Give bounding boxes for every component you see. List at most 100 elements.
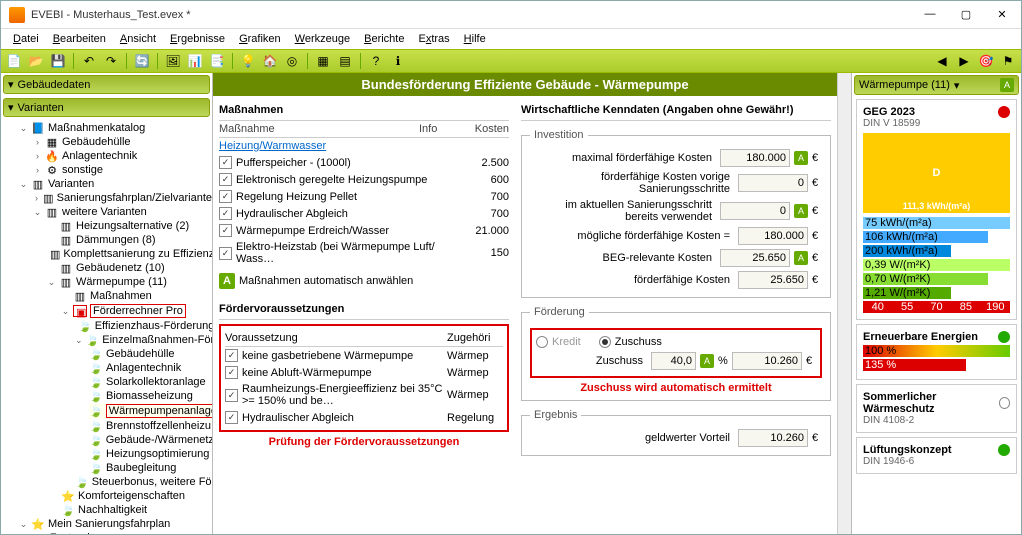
menu-ergebnisse[interactable]: Ergebnisse	[164, 31, 231, 47]
kv-input[interactable]	[720, 149, 790, 167]
tree-leaf[interactable]: 🍃Solarkollektoranlage	[89, 375, 212, 389]
auto-select-button[interactable]: A Maßnahmen automatisch anwählen	[219, 273, 509, 289]
a-badge-icon: A	[794, 204, 808, 218]
tb-new-icon[interactable]: 📄	[5, 52, 23, 70]
menu-extras[interactable]: Extras	[412, 31, 455, 47]
tree-varianten[interactable]: ⌄▥Varianten	[19, 177, 212, 191]
menu-bearbeiten[interactable]: Bearbeiten	[47, 31, 112, 47]
tb-flag-icon[interactable]: ⚑	[999, 52, 1017, 70]
mass-row[interactable]: ✓Pufferspeicher - (1000l)2.500	[219, 154, 509, 171]
tree-massnahmenkatalog[interactable]: ⌄📘Maßnahmenkatalog	[19, 121, 212, 135]
tree-cat-sonstige[interactable]: ›⚙sonstige	[33, 163, 212, 177]
tree-item[interactable]: ▥Zustand	[33, 531, 212, 534]
panel-varianten[interactable]: ▾Varianten	[3, 98, 210, 117]
tb-info-icon[interactable]: ℹ	[389, 52, 407, 70]
tb-back-icon[interactable]: ◀	[933, 52, 951, 70]
tree-item[interactable]: ▥Gebäudenetz (10)	[47, 261, 212, 275]
tb-target-icon[interactable]: 🎯	[977, 52, 995, 70]
minimize-button[interactable]: —	[919, 8, 941, 21]
checkbox-icon[interactable]: ✓	[219, 247, 232, 260]
heizung-link[interactable]: Heizung/Warmwasser	[219, 140, 326, 152]
tree-leaf[interactable]: 🍃Biomasseheizung	[89, 389, 212, 403]
tree-wp-foerderrechner[interactable]: ⌄▣Förderrechner Pro	[61, 303, 212, 319]
tb-save-icon[interactable]: 💾	[49, 52, 67, 70]
kv-input[interactable]	[720, 202, 790, 220]
mass-row[interactable]: ✓Elektronisch geregelte Heizungspumpe600	[219, 171, 509, 188]
tree-cat-gebaeudehuelle[interactable]: ›▦Gebäudehülle	[33, 135, 212, 149]
mass-row[interactable]: ✓Wärmepumpe Erdreich/Wasser21.000	[219, 222, 509, 239]
tree-var-sanierung[interactable]: ›▥Sanierungsfahrplan/Zielvariante	[33, 191, 212, 205]
menu-hilfe[interactable]: Hilfe	[458, 31, 492, 47]
checkbox-icon[interactable]: ✓	[219, 190, 232, 203]
tb-help-icon[interactable]: ?	[367, 52, 385, 70]
radio-kredit[interactable]: Kredit	[536, 336, 581, 348]
tree-item[interactable]: ▥Komplettsanierung zu Effizienzha…	[47, 247, 212, 261]
card-geg[interactable]: GEG 2023 DIN V 18599 D 111,3 kWh/(m²a) 7…	[856, 99, 1017, 320]
tb-bulb-icon[interactable]: 💡	[239, 52, 257, 70]
checkbox-icon[interactable]: ✓	[219, 207, 232, 220]
maximize-button[interactable]: ▢	[955, 8, 977, 21]
tb-chart-icon[interactable]: 📊	[186, 52, 204, 70]
tree-var-weitere[interactable]: ⌄▥weitere Varianten	[33, 205, 212, 219]
foerderung-group: Förderung Kredit Zuschuss Zuschuss A %	[521, 306, 831, 401]
right-panel-head[interactable]: Wärmepumpe (11) ▾ A	[854, 75, 1019, 95]
kv-input[interactable]	[738, 227, 808, 245]
tb-undo-icon[interactable]: ↶	[80, 52, 98, 70]
zuschuss-input[interactable]	[651, 352, 696, 370]
col-zugehoerig: Zugehöri	[447, 332, 503, 344]
checkbox-icon[interactable]: ✓	[219, 224, 232, 237]
chevron-down-icon: ▾	[8, 78, 14, 91]
checkbox-icon[interactable]: ✓	[219, 156, 232, 169]
tb-refresh-icon[interactable]: 🔄	[133, 52, 151, 70]
tb-home-icon[interactable]: 🏠	[261, 52, 279, 70]
panel-gebaeudedaten[interactable]: ▾Gebäudedaten	[3, 75, 210, 94]
tb-circle-icon[interactable]: ◎	[283, 52, 301, 70]
mass-row[interactable]: ✓Hydraulischer Abgleich700	[219, 205, 509, 222]
card-sommer[interactable]: Sommerlicher Wärmeschutz DIN 4108-2	[856, 384, 1017, 433]
scrollbar-vertical[interactable]	[837, 73, 851, 534]
tree-msf[interactable]: ⌄⭐Mein Sanierungsfahrplan	[19, 517, 212, 531]
tb-grid-icon[interactable]: ▦	[314, 52, 332, 70]
tree-leaf[interactable]: 🍃Brennstoffzellenheizu	[89, 419, 212, 433]
tree-item[interactable]: ▥Dämmungen (8)	[47, 233, 212, 247]
tree-leaf-waermepumpenanlage[interactable]: 🍃Wärmepumpenanlage	[89, 403, 212, 419]
mass-row[interactable]: ✓Elektro-Heizstab (bei Wärmepumpe Luft/ …	[219, 239, 509, 267]
card-erneuerbare[interactable]: Erneuerbare Energien 100 % 135 %	[856, 324, 1017, 380]
tree-item[interactable]: ⌄🍃Einzelmaßnahmen-Förder…	[75, 333, 212, 347]
tb-doc-icon[interactable]: 📑	[208, 52, 226, 70]
tb-fwd-icon[interactable]: ▶	[955, 52, 973, 70]
radio-zuschuss[interactable]: Zuschuss	[599, 336, 662, 348]
tree-item[interactable]: 🍃Effizienzhaus-Förderung	[75, 319, 212, 333]
menu-datei[interactable]: Datei	[7, 31, 45, 47]
tree-leaf[interactable]: 🍃Gebäudehülle	[89, 347, 212, 361]
tree-leaf[interactable]: 🍃Baubegleitung	[89, 461, 212, 475]
close-button[interactable]: ✕	[991, 8, 1013, 21]
kv-input[interactable]	[738, 174, 808, 192]
tree-item[interactable]: 🍃Steuerbonus, weitere För	[75, 475, 212, 489]
mass-row[interactable]: ✓Regelung Heizung Pellet700	[219, 188, 509, 205]
tb-open-icon[interactable]: 📂	[27, 52, 45, 70]
kv-input[interactable]	[720, 249, 790, 267]
tb-grid2-icon[interactable]: ▤	[336, 52, 354, 70]
tb-redo-icon[interactable]: ↷	[102, 52, 120, 70]
menu-werkzeuge[interactable]: Werkzeuge	[289, 31, 356, 47]
tree-waermepumpe[interactable]: ⌄▥Wärmepumpe (11)	[47, 275, 212, 289]
chevron-down-icon: ▾	[954, 79, 960, 92]
tree-leaf[interactable]: 🍃Gebäude-/Wärmenetz	[89, 433, 212, 447]
card-luft[interactable]: Lüftungskonzept DIN 1946-6	[856, 437, 1017, 474]
geg-title: GEG 2023	[863, 106, 915, 118]
kv-input[interactable]	[738, 271, 808, 289]
menu-berichte[interactable]: Berichte	[358, 31, 410, 47]
tree-leaf[interactable]: 🍃Anlagentechnik	[89, 361, 212, 375]
checkbox-icon[interactable]: ✓	[219, 173, 232, 186]
tb-picture-icon[interactable]: 🖼	[164, 52, 182, 70]
checkbox-icon: ✓	[225, 389, 238, 402]
tree-item[interactable]: 🍃Nachhaltigkeit	[61, 503, 212, 517]
tree-wp-massnahmen[interactable]: ▥Maßnahmen	[61, 289, 212, 303]
tree-cat-anlagentechnik[interactable]: ›🔥Anlagentechnik	[33, 149, 212, 163]
tree-item[interactable]: ▥Heizungsalternative (2)	[47, 219, 212, 233]
menu-ansicht[interactable]: Ansicht	[114, 31, 162, 47]
menu-grafiken[interactable]: Grafiken	[233, 31, 287, 47]
tree-item[interactable]: ⭐Komforteigenschaften	[61, 489, 212, 503]
tree-leaf[interactable]: 🍃Heizungsoptimierung	[89, 447, 212, 461]
